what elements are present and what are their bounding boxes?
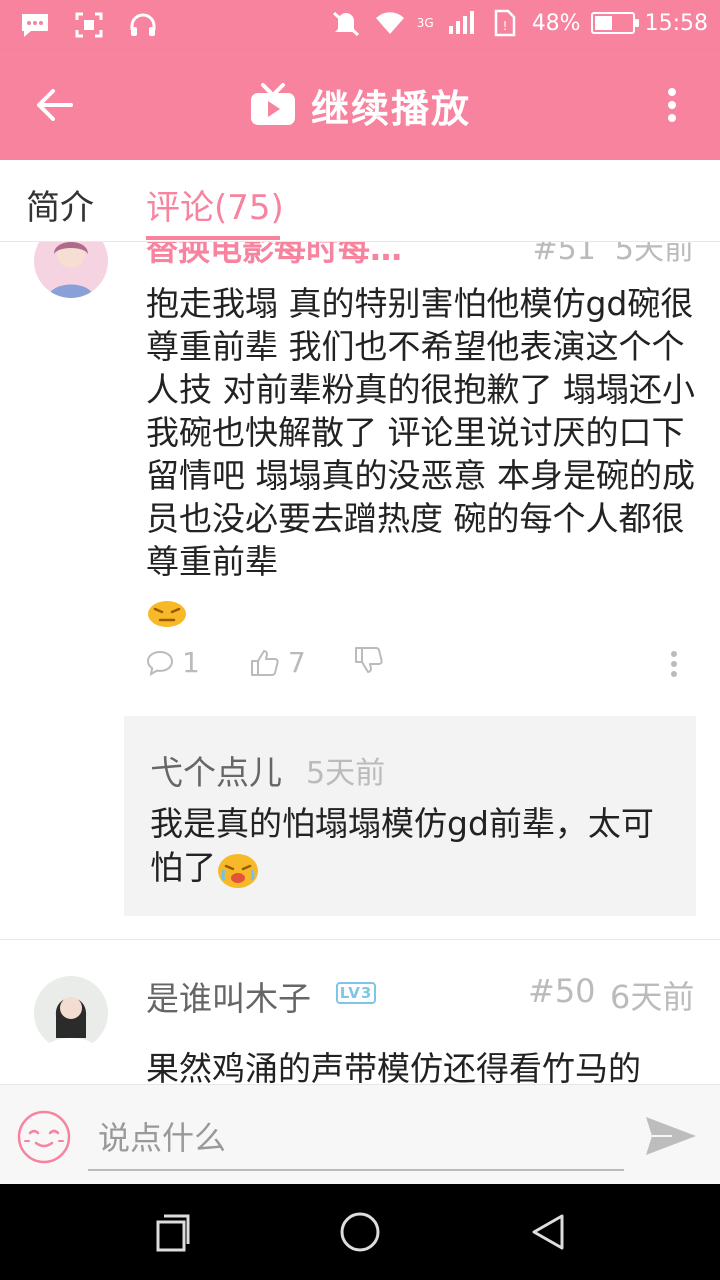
screenshot-icon — [72, 10, 106, 40]
emoji-button[interactable] — [16, 1109, 72, 1165]
comment-text: 果然鸡涌的声带模仿还得看竹马的 — [146, 1049, 641, 1084]
tab-intro[interactable]: 简介 — [26, 180, 94, 229]
thumbs-up-icon — [251, 649, 279, 676]
reply-user-name[interactable]: 弋个点儿 — [150, 746, 282, 794]
recents-icon — [156, 1214, 190, 1252]
comment-input[interactable]: 说点什么 — [88, 1107, 624, 1171]
home-icon — [340, 1212, 380, 1252]
recents-button[interactable] — [148, 1208, 196, 1256]
comment-input-bar: 说点什么 — [0, 1084, 720, 1184]
comment-user-name[interactable]: 替换电影每时每… — [146, 242, 402, 270]
comment-text: 抱走我塌 真的特别害怕他模仿gd碗很尊重前辈 我们也不希望他表演这个个人技 对前… — [146, 282, 696, 630]
comment-text-content: 抱走我塌 真的特别害怕他模仿gd碗很尊重前辈 我们也不希望他表演这个个人技 对前… — [146, 284, 695, 581]
emoji-icon — [148, 600, 186, 627]
more-vertical-icon — [671, 651, 677, 677]
mute-icon — [329, 8, 363, 38]
battery-icon — [590, 12, 639, 34]
divider — [0, 939, 720, 940]
tab-bar: 简介 评论(75) — [0, 160, 720, 242]
svg-text:!: ! — [502, 19, 507, 33]
status-bar: 3G ! 48% 15:58 — [0, 0, 720, 50]
reply-text: 我是真的怕塌塌模仿gd前辈，太可怕了 — [150, 802, 680, 890]
clock: 15:58 — [644, 10, 708, 36]
message-icon — [18, 10, 52, 40]
reply-box[interactable]: 弋个点儿 5天前 我是真的怕塌塌模仿gd前辈，太可怕了 — [124, 716, 696, 916]
active-tab-indicator — [146, 236, 280, 240]
crying-emoji-icon — [218, 853, 258, 888]
app-header: 继续播放 — [0, 50, 720, 160]
home-button[interactable] — [336, 1208, 384, 1256]
comment-meta: #51 5天前 — [533, 242, 694, 268]
signal-icon — [444, 8, 478, 38]
sim-icon: ! — [488, 8, 522, 38]
send-icon — [646, 1117, 696, 1155]
reply-count-button[interactable]: 1 — [146, 646, 200, 679]
headphones-icon — [126, 10, 160, 40]
level-badge: LV3 — [336, 982, 376, 1004]
comment-user-name[interactable]: 是谁叫木子 — [146, 972, 311, 1020]
tv-icon — [250, 82, 295, 125]
more-button[interactable] — [652, 83, 692, 127]
comment-floor: #50 — [528, 972, 596, 1010]
avatar[interactable] — [34, 976, 108, 1050]
comment-time: 6天前 — [610, 978, 695, 1016]
system-back-button[interactable] — [524, 1208, 572, 1256]
title-group[interactable]: 继续播放 — [0, 78, 720, 133]
reply-count: 1 — [182, 646, 200, 679]
send-button[interactable] — [644, 1113, 698, 1159]
system-nav-bar — [0, 1184, 720, 1280]
comment-time: 5天前 — [614, 242, 694, 267]
network-type: 3G — [416, 16, 434, 30]
dislike-button[interactable] — [354, 646, 384, 674]
comment-icon — [146, 650, 174, 676]
reply-time: 5天前 — [306, 756, 386, 791]
like-count: 7 — [288, 646, 306, 679]
more-vertical-icon — [668, 88, 676, 122]
wifi-icon — [373, 8, 407, 38]
comment-floor: #51 — [532, 242, 596, 267]
comment-list[interactable]: 替换电影每时每… #51 5天前 抱走我塌 真的特别害怕他模仿gd碗很尊重前辈 … — [0, 242, 720, 1084]
thumbs-down-icon — [355, 647, 383, 673]
like-button[interactable]: 7 — [250, 646, 306, 679]
tab-comments[interactable]: 评论(75) — [146, 180, 284, 229]
smile-icon — [17, 1110, 71, 1164]
avatar[interactable] — [34, 242, 108, 298]
comment-more-button[interactable] — [670, 650, 678, 678]
page-title: 继续播放 — [310, 87, 471, 131]
comment-actions: 1 7 — [146, 646, 694, 686]
battery-percent: 48% — [531, 10, 581, 36]
back-icon — [532, 1214, 564, 1250]
